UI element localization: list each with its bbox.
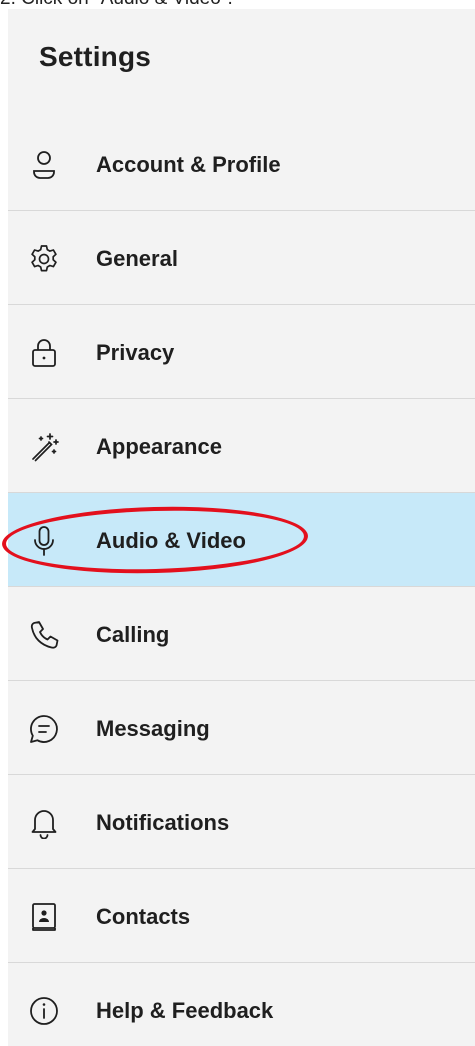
menu-item-label: Notifications [96,810,230,835]
menu-item-general[interactable]: General [8,211,475,305]
menu-item-audio-video[interactable]: Audio & Video [8,493,475,587]
lock-icon [28,337,60,369]
menu-item-label: Account & Profile [96,152,281,177]
menu-item-label: Privacy [96,340,175,365]
menu-item-label: Audio & Video [96,528,246,553]
phone-icon [28,619,60,651]
menu-item-label: Calling [96,622,170,647]
menu-item-label: General [96,246,178,271]
bell-icon [28,807,60,839]
menu-item-label: Help & Feedback [96,998,274,1023]
menu-item-notifications[interactable]: Notifications [8,775,475,869]
person-icon [28,149,60,181]
menu-item-contacts[interactable]: Contacts [8,869,475,963]
chat-bubble-icon [28,713,60,745]
menu-item-account-profile[interactable]: Account & Profile [8,117,475,211]
menu-item-messaging[interactable]: Messaging [8,681,475,775]
gear-icon [28,243,60,275]
menu-item-label: Appearance [96,434,222,459]
info-icon [28,995,60,1027]
settings-menu: Account & Profile General Privacy Appear… [8,117,475,1046]
menu-item-appearance[interactable]: Appearance [8,399,475,493]
menu-item-privacy[interactable]: Privacy [8,305,475,399]
magic-wand-icon [28,431,60,463]
page-title: Settings [39,41,152,72]
page: 2. Click on "Audio & Video". Settings Ac… [0,0,475,1046]
microphone-icon [28,525,60,557]
menu-item-help-feedback[interactable]: Help & Feedback [8,963,475,1046]
menu-item-calling[interactable]: Calling [8,587,475,681]
menu-item-label: Contacts [96,904,191,929]
menu-item-label: Messaging [96,716,210,741]
contact-card-icon [28,901,60,933]
settings-panel: Settings Account & Profile General Priva… [8,9,475,1046]
